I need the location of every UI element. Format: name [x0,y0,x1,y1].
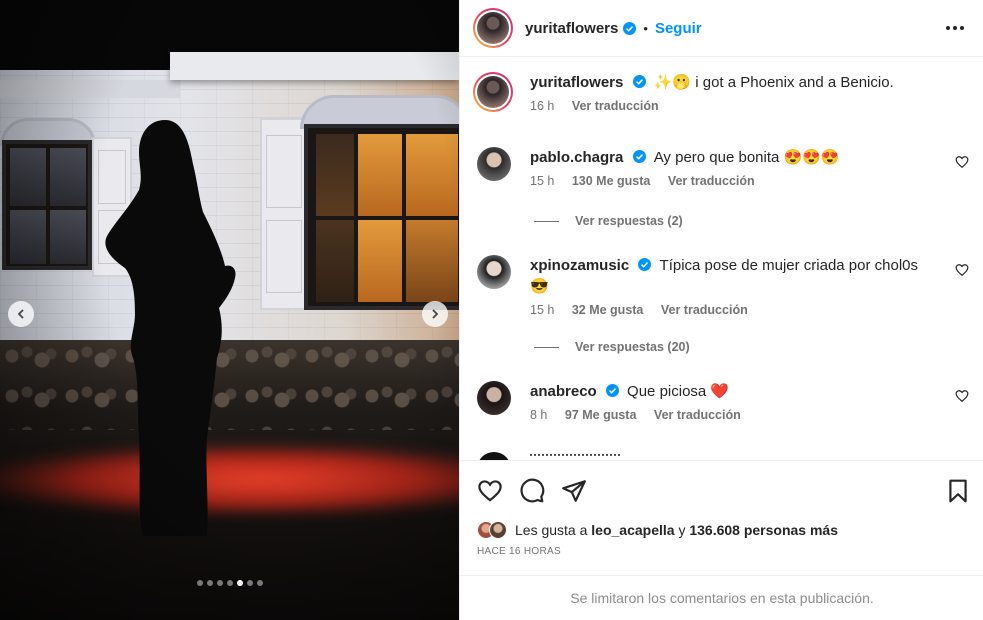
comment-text: Que piciosa ❤️ [627,383,730,400]
caption-avatar-ring[interactable] [473,72,513,112]
heart-icon[interactable] [955,263,969,277]
avatar[interactable] [477,147,511,181]
post-actions: Les gusta a leo_acapella y 136.608 perso… [460,460,983,575]
post-header: yuritaflowers • Seguir [460,0,983,57]
comment-time: 15 h [530,303,555,317]
carousel-dot-active [236,580,243,586]
likes-prefix: Les gusta a [515,522,588,538]
view-replies-button[interactable]: Ver respuestas (2) [534,214,683,228]
post-side-panel: yuritaflowers • Seguir yuritaflowers ✨🫢 … [459,0,983,620]
author-username[interactable]: yuritaflowers [525,20,618,37]
comment-text: Típica pose de mujer criada por chol0s [659,257,919,274]
post-photo[interactable] [0,0,459,620]
comment-username[interactable]: anabreco [530,383,597,400]
carousel-dot [206,580,213,586]
author-avatar-ring[interactable] [473,8,513,48]
verified-icon [632,150,646,163]
avatar [477,452,511,460]
likes-summary[interactable]: Les gusta a leo_acapella y 136.608 perso… [477,521,838,539]
view-replies-label: Ver respuestas (2) [575,214,683,228]
verified-icon [623,21,637,35]
avatar [477,76,509,108]
avatar[interactable] [477,255,511,289]
chevron-left-icon [17,309,24,319]
carousel-dot [246,580,253,586]
translate-link[interactable]: Ver traducción [668,174,755,188]
comment-item: pablo.chagra Ay pero que bonita 😍😍😍 15 h… [473,147,973,207]
comment-likes[interactable]: 130 Me gusta [572,174,651,188]
more-options-button[interactable] [946,20,966,36]
likes-conj: y [678,522,686,538]
carousel-dot [216,580,223,586]
avatar [489,521,507,539]
heart-icon[interactable] [955,389,969,403]
comment-text: Ay pero que bonita 😍😍😍 [653,149,840,166]
comment-text-emoji: 😎 [530,278,549,295]
carousel-prev-button[interactable] [8,301,34,327]
bookmark-icon[interactable] [945,478,971,504]
verified-icon [605,384,619,397]
likes-others[interactable]: 136.608 personas más [689,522,838,538]
verified-icon [638,258,652,271]
avatar [477,12,509,44]
view-replies-button[interactable]: Ver respuestas (20) [534,340,690,354]
post-time: HACE 16 HORAS [477,546,561,557]
comment-username[interactable]: pablo.chagra [530,149,623,166]
share-icon[interactable] [561,478,587,504]
comment-username[interactable]: xpinozamusic [530,257,629,274]
caption-text: i got a Phoenix and a Benicio. [695,74,894,91]
separator: • [643,20,648,36]
comment-likes[interactable]: 32 Me gusta [572,303,644,317]
likes-user[interactable]: leo_acapella [591,522,674,538]
translate-link[interactable]: Ver traducción [654,408,741,422]
heart-icon[interactable] [477,478,503,504]
comment-item: xpinozamusic Típica pose de mujer criada… [473,255,973,325]
caption: yuritaflowers ✨🫢 i got a Phoenix and a B… [473,72,973,132]
carousel-dot [226,580,233,586]
comment-item: anabreco Que piciosa ❤️ 8 h 97 Me gusta … [473,381,973,441]
carousel-dot [256,580,263,586]
verified-icon [632,75,646,88]
caption-username[interactable]: yuritaflowers [530,74,623,91]
more-icon [946,26,950,30]
follow-button[interactable]: Seguir [655,20,702,37]
comments-limited-notice: Se limitaron los comentarios en esta pub… [460,575,983,620]
heart-icon[interactable] [955,155,969,169]
comments-list[interactable]: yuritaflowers ✨🫢 i got a Phoenix and a B… [460,58,983,460]
carousel-dots [0,580,459,586]
carousel-dot [196,580,203,586]
translate-link[interactable]: Ver traducción [572,99,659,113]
translate-link[interactable]: Ver traducción [661,303,748,317]
comment-time: 8 h [530,408,548,422]
caption-time: 16 h [530,99,555,113]
comment-likes[interactable]: 97 Me gusta [565,408,637,422]
comment-icon[interactable] [519,478,545,504]
carousel-next-button[interactable] [422,301,448,327]
caption-emoji: ✨🫢 [653,74,692,91]
chevron-right-icon [432,309,439,319]
comment-time: 15 h [530,174,555,188]
avatar[interactable] [477,381,511,415]
view-replies-label: Ver respuestas (20) [575,340,690,354]
